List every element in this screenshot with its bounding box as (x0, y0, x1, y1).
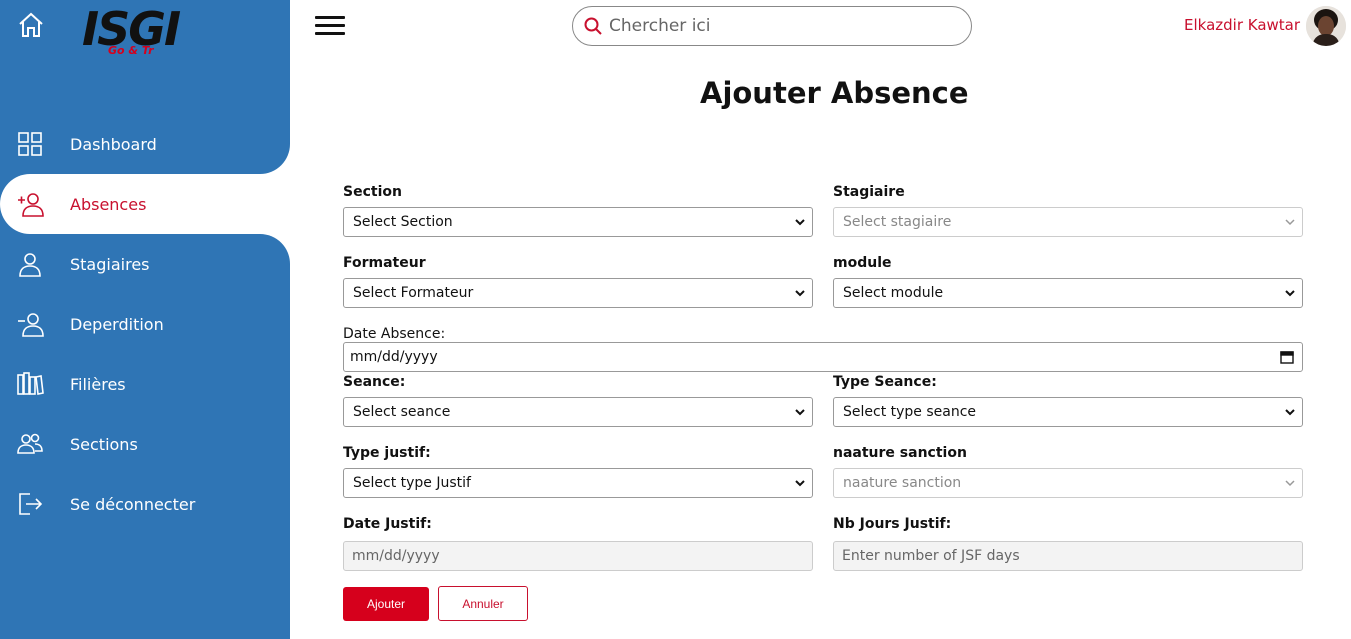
formateur-field: Formateur Select Formateur (343, 255, 813, 308)
users-icon (16, 430, 44, 458)
date-absence-field: Date Absence: mm/dd/yyyy (343, 326, 1303, 372)
nb-jours-input[interactable]: Enter number of JSF days (833, 541, 1303, 571)
sidebar-item-logout[interactable]: Se déconnecter (0, 474, 290, 534)
hamburger-line (315, 16, 345, 19)
type-seance-select-value: Select type seance (843, 404, 977, 420)
calendar-icon[interactable] (1280, 350, 1294, 364)
books-icon (16, 370, 44, 398)
date-justif-label: Date Justif: (343, 516, 432, 532)
date-absence-value: mm/dd/yyyy (350, 349, 438, 365)
chevron-down-icon (795, 480, 805, 487)
page-title: Ajouter Absence (700, 76, 969, 110)
user-icon (16, 250, 44, 278)
logo-subtext: Go & Tr (108, 44, 154, 57)
nature-sanction-select-value: naature sanction (843, 475, 962, 491)
nature-sanction-select[interactable]: naature sanction (833, 468, 1303, 498)
search-icon (584, 17, 602, 35)
user-minus-icon (16, 310, 44, 338)
section-select[interactable]: Select Section (343, 207, 813, 237)
chevron-down-icon (1285, 219, 1295, 226)
stagiaire-select[interactable]: Select stagiaire (833, 207, 1303, 237)
date-justif-value: mm/dd/yyyy (352, 548, 440, 564)
chevron-down-icon (795, 290, 805, 297)
sidebar-item-label: Filières (70, 374, 126, 394)
sidebar-nav: Dashboard Absences Stagiaires Deperditio… (0, 114, 290, 534)
type-justif-select-value: Select type Justif (353, 475, 471, 491)
stagiaire-field: Stagiaire Select stagiaire (833, 184, 1303, 237)
date-justif-input[interactable]: mm/dd/yyyy (343, 541, 813, 571)
chevron-down-icon (1285, 409, 1295, 416)
sidebar-item-label: Dashboard (70, 134, 157, 154)
sidebar-item-dashboard[interactable]: Dashboard (0, 114, 290, 174)
module-select[interactable]: Select module (833, 278, 1303, 308)
hamburger-line (315, 32, 345, 35)
sidebar-item-absences[interactable]: Absences (0, 174, 290, 234)
section-select-value: Select Section (353, 214, 453, 230)
seance-field: Seance: Select seance (343, 374, 813, 427)
type-justif-select[interactable]: Select type Justif (343, 468, 813, 498)
logout-icon (16, 490, 44, 518)
module-label: module (833, 255, 892, 271)
ajouter-button[interactable]: Ajouter (343, 587, 429, 621)
type-seance-field: Type Seance: Select type seance (833, 374, 1303, 427)
type-justif-label: Type justif: (343, 445, 431, 461)
formateur-label: Formateur (343, 255, 426, 271)
sidebar-item-stagiaires[interactable]: Stagiaires (0, 234, 290, 294)
menu-toggle-button[interactable] (315, 16, 345, 36)
sidebar-item-label: Stagiaires (70, 254, 150, 274)
grid-icon (16, 130, 44, 158)
avatar[interactable] (1306, 6, 1346, 46)
type-justif-field: Type justif: Select type Justif (343, 445, 813, 498)
date-absence-label: Date Absence: (343, 326, 446, 342)
nb-jours-field: Nb Jours Justif: Enter number of JSF day… (833, 516, 1303, 571)
nature-sanction-field: naature sanction naature sanction (833, 445, 1303, 498)
nature-sanction-label: naature sanction (833, 445, 967, 461)
stagiaire-select-value: Select stagiaire (843, 214, 952, 230)
seance-select[interactable]: Select seance (343, 397, 813, 427)
section-field: Section Select Section (343, 184, 813, 237)
seance-select-value: Select seance (353, 404, 451, 420)
chevron-down-icon (795, 409, 805, 416)
nb-jours-label: Nb Jours Justif: (833, 516, 952, 532)
chevron-down-icon (1285, 290, 1295, 297)
isgi-logo: ISGI Go & Tr (82, 4, 192, 58)
chevron-down-icon (795, 219, 805, 226)
date-justif-field: Date Justif: mm/dd/yyyy (343, 516, 813, 571)
sidebar-item-label: Sections (70, 434, 138, 454)
nb-jours-placeholder: Enter number of JSF days (842, 548, 1020, 564)
type-seance-label: Type Seance: (833, 374, 937, 390)
type-seance-select[interactable]: Select type seance (833, 397, 1303, 427)
module-field: module Select module (833, 255, 1303, 308)
sidebar-item-filieres[interactable]: Filières (0, 354, 290, 414)
stagiaire-label: Stagiaire (833, 184, 905, 200)
seance-label: Seance: (343, 374, 406, 390)
hamburger-line (315, 24, 345, 27)
home-icon[interactable] (16, 10, 46, 40)
date-absence-input[interactable]: mm/dd/yyyy (343, 342, 1303, 372)
user-name[interactable]: Elkazdir Kawtar (1184, 16, 1300, 34)
chevron-down-icon (1285, 480, 1295, 487)
sidebar-item-label: Deperdition (70, 314, 164, 334)
sidebar-item-sections[interactable]: Sections (0, 414, 290, 474)
search-input[interactable] (609, 16, 949, 36)
sidebar: ISGI Go & Tr Dashboard Absences Stagiair… (0, 0, 290, 639)
section-label: Section (343, 184, 402, 200)
sidebar-item-label: Absences (70, 194, 147, 214)
sidebar-item-label: Se déconnecter (70, 494, 196, 514)
module-select-value: Select module (843, 285, 944, 301)
annuler-button[interactable]: Annuler (438, 586, 528, 621)
user-plus-icon (16, 190, 44, 218)
formateur-select[interactable]: Select Formateur (343, 278, 813, 308)
search-bar (572, 6, 972, 46)
formateur-select-value: Select Formateur (353, 285, 474, 301)
sidebar-item-deperdition[interactable]: Deperdition (0, 294, 290, 354)
